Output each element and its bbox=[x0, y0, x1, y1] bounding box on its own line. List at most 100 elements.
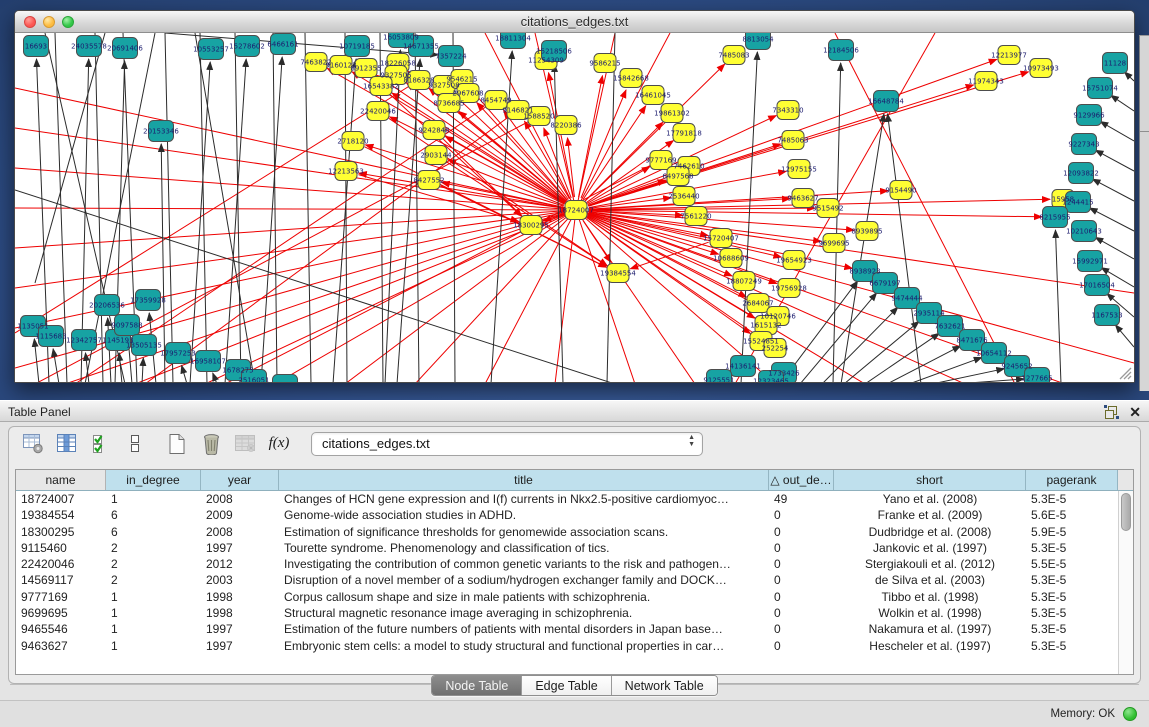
table-cell[interactable]: Genome-wide association studies in ADHD. bbox=[279, 507, 769, 523]
table-row[interactable]: 977716911998Corpus callosum shape and si… bbox=[16, 589, 1133, 605]
table-cell[interactable]: de Silva et al. (2003) bbox=[834, 572, 1026, 588]
graph-edge[interactable] bbox=[333, 59, 356, 382]
graph-edge[interactable] bbox=[579, 76, 603, 197]
table-cell[interactable]: 14569117 bbox=[16, 572, 106, 588]
table-cell[interactable]: 6 bbox=[106, 507, 201, 523]
graph-edge[interactable] bbox=[225, 59, 246, 382]
column-header-name[interactable]: name bbox=[16, 470, 106, 490]
table-cell[interactable]: 1998 bbox=[201, 589, 279, 605]
table-cell[interactable]: 0 bbox=[769, 621, 834, 637]
graph-edge[interactable] bbox=[225, 160, 661, 382]
table-cell[interactable]: 5.3E-5 bbox=[1026, 491, 1133, 507]
graph-edge[interactable] bbox=[932, 369, 1004, 382]
table-cell[interactable]: 1997 bbox=[201, 540, 279, 556]
graph-edge[interactable] bbox=[53, 349, 59, 382]
table-cell[interactable]: 9699695 bbox=[16, 605, 106, 621]
graph-edge[interactable] bbox=[359, 173, 563, 208]
column-header-short[interactable]: short bbox=[834, 470, 1026, 490]
table-cell[interactable]: 19384554 bbox=[16, 507, 106, 523]
table-cell[interactable]: Tourette syndrome. Phenomenology and cla… bbox=[279, 540, 769, 556]
column-visibility-icon[interactable] bbox=[55, 433, 79, 455]
graph-edge[interactable] bbox=[585, 64, 724, 201]
table-cell[interactable]: 1997 bbox=[201, 638, 279, 654]
table-cell[interactable]: 9463627 bbox=[16, 638, 106, 654]
table-row[interactable]: 1830029562008Estimation of significance … bbox=[16, 524, 1133, 540]
table-row[interactable]: 1872400712008Changes of HCN gene express… bbox=[16, 491, 1133, 507]
graph-edge[interactable] bbox=[261, 57, 282, 382]
background-window-edge[interactable] bbox=[1139, 35, 1149, 391]
graph-edge[interactable] bbox=[576, 210, 695, 382]
table-cell[interactable]: 0 bbox=[769, 638, 834, 654]
table-cell[interactable]: 5.3E-5 bbox=[1026, 605, 1133, 621]
delete-column-icon[interactable] bbox=[199, 433, 223, 455]
table-cell[interactable]: 5.6E-5 bbox=[1026, 507, 1133, 523]
table-cell[interactable]: Wolkin et al. (1998) bbox=[834, 605, 1026, 621]
table-cell[interactable]: Corpus callosum shape and size in male p… bbox=[279, 589, 769, 605]
table-cell[interactable]: 9777169 bbox=[16, 589, 106, 605]
table-row[interactable]: 911546021997Tourette syndrome. Phenomeno… bbox=[16, 540, 1133, 556]
graph-edge[interactable] bbox=[35, 33, 105, 283]
table-cell[interactable]: 1 bbox=[106, 621, 201, 637]
graph-edge[interactable] bbox=[34, 339, 39, 382]
table-cell[interactable]: 5.3E-5 bbox=[1026, 540, 1133, 556]
table-cell[interactable]: 0 bbox=[769, 589, 834, 605]
column-header-in_degree[interactable]: in_degree bbox=[106, 470, 201, 490]
column-header-year[interactable]: year bbox=[201, 470, 279, 490]
graph-edge[interactable] bbox=[583, 106, 646, 199]
table-cell[interactable]: 1997 bbox=[201, 621, 279, 637]
table-row[interactable]: 969969511998Structural magnetic resonanc… bbox=[16, 605, 1133, 621]
graph-edge[interactable] bbox=[165, 33, 173, 382]
graph-edge[interactable] bbox=[833, 63, 841, 382]
table-cell[interactable]: 2012 bbox=[201, 556, 279, 572]
table-cell[interactable]: Yano et al. (2008) bbox=[834, 491, 1026, 507]
table-cell[interactable]: 2008 bbox=[201, 491, 279, 507]
table-cell[interactable]: 2 bbox=[106, 572, 201, 588]
table-cell[interactable]: Nakamura et al. (1997) bbox=[834, 621, 1026, 637]
graph-edge[interactable] bbox=[841, 114, 884, 382]
column-header-title[interactable]: title bbox=[279, 470, 769, 490]
network-window[interactable]: citations_edges.txt 18724007746382291601… bbox=[14, 10, 1135, 383]
table-cell[interactable]: 18724007 bbox=[16, 491, 106, 507]
table-panel-header[interactable]: Table Panel ✕ bbox=[0, 400, 1149, 422]
graph-edge[interactable] bbox=[1055, 230, 1061, 382]
table-row[interactable]: 1456911722003Disruption of a novel membe… bbox=[16, 572, 1133, 588]
table-cell[interactable]: Changes of HCN gene expression and I(f) … bbox=[279, 491, 769, 507]
table-cell[interactable]: Jankovic et al. (1997) bbox=[834, 540, 1026, 556]
table-row[interactable]: 2242004622012Investigating the contribut… bbox=[16, 556, 1133, 572]
graph-edge[interactable] bbox=[305, 33, 311, 382]
table-cell[interactable]: 1 bbox=[106, 638, 201, 654]
table-cell[interactable]: Investigating the contribution of common… bbox=[279, 556, 769, 572]
graph-edge[interactable] bbox=[213, 373, 217, 382]
table-cell[interactable]: 9115460 bbox=[16, 540, 106, 556]
table-cell[interactable]: 5.5E-5 bbox=[1026, 556, 1133, 572]
table-cell[interactable]: 22420046 bbox=[16, 556, 106, 572]
table-cell[interactable]: Stergiakouli et al. (2012) bbox=[834, 556, 1026, 572]
table-row[interactable]: 946554611997Estimation of the future num… bbox=[16, 621, 1133, 637]
graph-edge[interactable] bbox=[182, 365, 187, 382]
graph-edge[interactable] bbox=[1100, 122, 1134, 141]
table-cell[interactable]: Hescheler et al. (1997) bbox=[834, 638, 1026, 654]
table-cell[interactable]: Franke et al. (2009) bbox=[834, 507, 1026, 523]
table-cell[interactable]: Tibbo et al. (1998) bbox=[834, 589, 1026, 605]
graph-edge[interactable] bbox=[554, 64, 563, 382]
network-graph[interactable]: 1872400774638229160123891235518226058932… bbox=[15, 33, 1134, 382]
tab-node-table[interactable]: Node Table bbox=[432, 676, 522, 695]
new-column-icon[interactable] bbox=[165, 433, 189, 455]
table-cell[interactable]: 0 bbox=[769, 540, 834, 556]
graph-edge[interactable] bbox=[415, 210, 576, 382]
table-cell[interactable]: 5.9E-5 bbox=[1026, 524, 1133, 540]
function-builder-icon[interactable]: f(x) bbox=[267, 433, 291, 455]
table-cell[interactable]: 9465546 bbox=[16, 621, 106, 637]
graph-edge[interactable] bbox=[15, 80, 419, 333]
graph-edge[interactable] bbox=[235, 33, 241, 382]
table-cell[interactable]: 1998 bbox=[201, 605, 279, 621]
graph-edge[interactable] bbox=[142, 358, 143, 382]
table-cell[interactable]: 0 bbox=[769, 556, 834, 572]
close-panel-icon[interactable]: ✕ bbox=[1129, 404, 1141, 420]
graph-edge[interactable] bbox=[1124, 72, 1134, 81]
table-row[interactable]: 946362711997Embryonic stem cells: a mode… bbox=[16, 638, 1133, 654]
graph-edge[interactable] bbox=[555, 210, 576, 382]
tab-edge-table[interactable]: Edge Table bbox=[522, 676, 611, 695]
graph-edge[interactable] bbox=[145, 110, 518, 382]
table-row[interactable]: 1938455462009Genome-wide association stu… bbox=[16, 507, 1133, 523]
